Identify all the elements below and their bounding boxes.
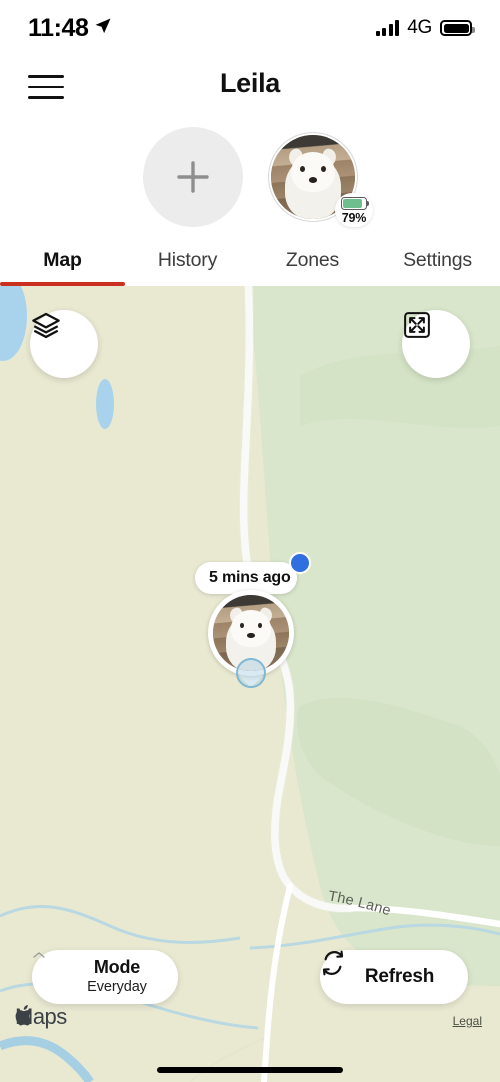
status-badge: 79%: [335, 193, 373, 227]
signal-bars-icon: [375, 20, 400, 36]
status-time: 11:48: [28, 13, 89, 42]
map-canvas[interactable]: The Lane 5 mins ago Mode Everyday Refres…: [0, 286, 500, 1082]
tab-bar: Map History Zones Settings: [0, 234, 500, 286]
legal-link[interactable]: Legal: [453, 1014, 482, 1028]
pet-avatar-wrapper[interactable]: 79%: [269, 133, 373, 227]
mode-button[interactable]: Mode Everyday: [32, 950, 178, 1004]
page-title: Leila: [219, 68, 281, 98]
pet-selector-row: 79%: [0, 122, 500, 232]
marker-timestamp-label: 5 mins ago: [209, 569, 291, 586]
tab-history[interactable]: History: [125, 234, 250, 286]
battery-icon: [341, 197, 370, 210]
add-pet-button[interactable]: [143, 127, 243, 227]
accuracy-circle: [236, 658, 266, 688]
battery-percent-label: 79%: [341, 211, 367, 225]
status-bar: 11:48 4G: [0, 0, 500, 56]
home-indicator: [157, 1067, 343, 1073]
refresh-label: Refresh: [364, 966, 435, 987]
refresh-button[interactable]: Refresh: [320, 950, 468, 1004]
status-bar-left: 11:48: [28, 14, 112, 43]
mode-title: Mode: [93, 956, 141, 977]
tab-zones[interactable]: Zones: [250, 234, 375, 286]
battery-full-icon: [440, 20, 475, 36]
pet-location-marker[interactable]: 5 mins ago: [195, 552, 311, 688]
plus-icon: [172, 156, 214, 198]
map-expand-button[interactable]: [402, 310, 470, 378]
mode-value: Everyday: [87, 978, 147, 995]
network-type-label: 4G: [407, 17, 432, 38]
map-attribution: Maps: [14, 1004, 67, 1030]
status-bar-right: 4G: [375, 17, 475, 39]
app-screen: 11:48 4G Leila 79% Map History Zones Set…: [0, 0, 500, 1082]
status-dot-icon: [289, 552, 311, 574]
active-tab-indicator: [0, 282, 125, 286]
tab-settings[interactable]: Settings: [375, 234, 500, 286]
map-layers-button[interactable]: [30, 310, 98, 378]
mode-text: Mode Everyday: [66, 956, 178, 997]
tab-map[interactable]: Map: [0, 234, 125, 286]
location-arrow-icon: [94, 17, 112, 40]
app-bar: Leila: [0, 56, 500, 120]
